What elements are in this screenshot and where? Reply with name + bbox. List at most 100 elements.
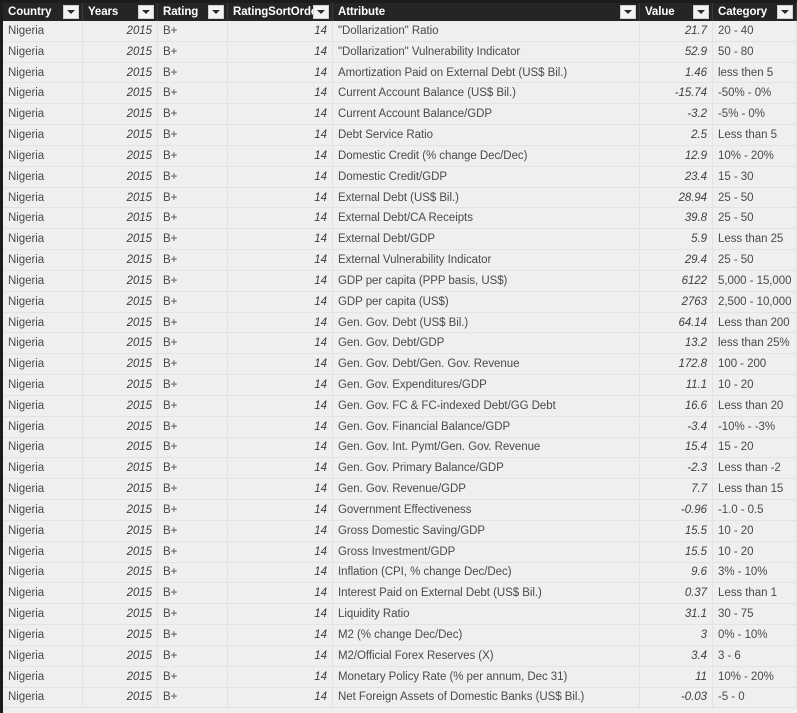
cell-sort: 14 [228, 666, 333, 687]
cell-country: Nigeria [3, 500, 83, 520]
table-row[interactable]: Nigeria 2015 B+ 14 Domestic Credit (% change… [3, 145, 797, 167]
cell-category: 20 - 40 [713, 21, 797, 41]
table-row[interactable]: Nigeria 2015 B+ 14 GDP per capita (PPP basis… [3, 270, 797, 292]
table-row[interactable]: Nigeria 2015 B+ 14 Debt Service Ratio 2.5 Less… [3, 125, 797, 146]
cell-attr: Government Effectiveness [333, 500, 640, 520]
column-header-years[interactable]: Years [83, 3, 158, 21]
cell-sort: 14 [228, 229, 333, 250]
table-row[interactable]: Nigeria 2015 B+ 14 M2 (% change Dec/Dec) 3 0% … [3, 625, 797, 646]
table-row[interactable]: Nigeria 2015 B+ 14 External Debt/CA Receipts… [3, 208, 797, 230]
cell-years: 2015 [83, 437, 158, 458]
cell-attr: Interest Paid on External Debt (US$ Bil.… [333, 583, 640, 604]
filter-dropdown-button-value[interactable] [693, 5, 709, 19]
cell-category: -5 - 0 [713, 687, 797, 708]
cell-value: 28.94 [640, 187, 713, 208]
filter-dropdown-button-country[interactable] [63, 5, 79, 19]
cell-country: Nigeria [3, 250, 83, 270]
table-row[interactable]: Nigeria 2015 B+ 14 "Dollarization" Ratio 21.7… [3, 21, 797, 42]
cell-category: Less than 25 [713, 229, 797, 250]
table-row[interactable]: Nigeria 2015 B+ 14 Liquidity Ratio 31.1 30 - 7… [3, 604, 797, 626]
filter-dropdown-button-sort[interactable] [313, 5, 329, 19]
table-row[interactable]: Nigeria 2015 B+ 14 Gross Domestic Saving/GDP… [3, 520, 797, 542]
table-row[interactable]: Nigeria 2015 B+ 14 Gen. Gov. FC & FC-indexed… [3, 395, 797, 417]
cell-rating: B+ [158, 562, 228, 583]
table-row[interactable]: Nigeria 2015 B+ 14 Gross Investment/GDP 15.5 1… [3, 541, 797, 563]
cell-attr: "Dollarization" Vulnerability Indicator [333, 41, 640, 62]
cell-category: 3% - 10% [713, 562, 797, 583]
table-row[interactable]: Nigeria 2015 B+ 14 Domestic Credit/GDP 23.4 15… [3, 166, 797, 188]
filter-dropdown-button-category[interactable] [777, 5, 793, 19]
cell-value: 1.46 [640, 62, 713, 83]
cell-category: Less than 15 [713, 479, 797, 500]
cell-country: Nigeria [3, 541, 83, 562]
table-row[interactable]: Nigeria 2015 B+ 14 Monetary Policy Rate (% p… [3, 666, 797, 688]
cell-rating: B+ [158, 41, 228, 62]
cell-attr: External Debt/GDP [333, 229, 640, 250]
cell-sort: 14 [228, 125, 333, 145]
column-header-category[interactable]: Category [713, 3, 797, 21]
filter-dropdown-button-rating[interactable] [208, 5, 224, 19]
table-row[interactable]: Nigeria 2015 B+ 14 Gen. Gov. Debt/GDP 13.2 les… [3, 333, 797, 355]
cell-value: -2.3 [640, 458, 713, 479]
cell-attr: Domestic Credit/GDP [333, 166, 640, 187]
table-row[interactable]: Nigeria 2015 B+ 14 External Vulnerability In… [3, 250, 797, 271]
cell-category: -1.0 - 0.5 [713, 500, 797, 520]
cell-rating: B+ [158, 625, 228, 645]
table-row[interactable]: Nigeria 2015 B+ 14 Inflation (CPI, % change … [3, 562, 797, 584]
table-row[interactable]: Nigeria 2015 B+ 14 Gen. Gov. Revenue/GDP 7.7 L… [3, 479, 797, 501]
cell-value: 2763 [640, 291, 713, 312]
cell-attr: Gen. Gov. Financial Balance/GDP [333, 416, 640, 437]
column-header-value[interactable]: Value [640, 3, 713, 21]
table-row[interactable]: Nigeria 2015 B+ 14 GDP per capita (US$) 2763 2… [3, 291, 797, 313]
cell-years: 2015 [83, 41, 158, 62]
cell-category: -5% - 0% [713, 104, 797, 125]
cell-sort: 14 [228, 520, 333, 541]
cell-value: -3.4 [640, 416, 713, 437]
cell-country: Nigeria [3, 458, 83, 479]
table-row[interactable]: Nigeria 2015 B+ 14 Gen. Gov. Debt (US$ Bil.)… [3, 312, 797, 334]
table-row[interactable]: Nigeria 2015 B+ 14 Gen. Gov. Expenditures/GD… [3, 375, 797, 396]
column-header-country[interactable]: Country [3, 3, 83, 21]
table-row[interactable]: Nigeria 2015 B+ 14 "Dollarization" Vulnerabi… [3, 41, 797, 63]
cell-years: 2015 [83, 145, 158, 166]
table-row[interactable]: Nigeria 2015 B+ 14 Gen. Gov. Int. Pymt/Gen. … [3, 437, 797, 459]
cell-rating: B+ [158, 666, 228, 687]
table-row[interactable]: Nigeria 2015 B+ 14 Gen. Gov. Primary Balance… [3, 458, 797, 480]
cell-sort: 14 [228, 312, 333, 333]
table-row[interactable]: Nigeria 2015 B+ 14 Current Account Balance (… [3, 83, 797, 105]
cell-years: 2015 [83, 270, 158, 291]
filter-dropdown-button-attr[interactable] [620, 5, 636, 19]
table-row[interactable]: Nigeria 2015 B+ 14 Gen. Gov. Financial Balan… [3, 416, 797, 438]
cell-category: 15 - 20 [713, 437, 797, 458]
filter-dropdown-button-years[interactable] [138, 5, 154, 19]
cell-value: 172.8 [640, 354, 713, 375]
column-header-attr[interactable]: Attribute [333, 3, 640, 21]
cell-category: 50 - 80 [713, 41, 797, 62]
table-row[interactable]: Nigeria 2015 B+ 14 M2/Official Forex Reserve… [3, 645, 797, 667]
column-header-rating[interactable]: Rating [158, 3, 228, 21]
table-row[interactable]: Nigeria 2015 B+ 14 Government Effectiveness -… [3, 500, 797, 521]
cell-sort: 14 [228, 21, 333, 41]
cell-country: Nigeria [3, 375, 83, 395]
cell-country: Nigeria [3, 21, 83, 41]
table-row[interactable]: Nigeria 2015 B+ 14 Amortization Paid on Exte… [3, 62, 797, 84]
table-row[interactable]: Nigeria 2015 B+ 14 External Debt/GDP 5.9 Less … [3, 229, 797, 251]
cell-years: 2015 [83, 291, 158, 312]
cell-rating: B+ [158, 312, 228, 333]
cell-rating: B+ [158, 270, 228, 291]
table-row[interactable]: Nigeria 2015 B+ 14 Current Account Balance/G… [3, 104, 797, 126]
table-row[interactable]: Nigeria 2015 B+ 14 External Debt (US$ Bil.) 2… [3, 187, 797, 209]
cell-years: 2015 [83, 354, 158, 375]
cell-rating: B+ [158, 500, 228, 520]
cell-years: 2015 [83, 666, 158, 687]
cell-sort: 14 [228, 250, 333, 270]
table-row[interactable]: Nigeria 2015 B+ 14 Gen. Gov. Debt/Gen. Gov. … [3, 354, 797, 376]
column-header-label: Category [718, 6, 768, 18]
column-header-sort[interactable]: RatingSortOrder [228, 3, 333, 21]
cell-attr: M2/Official Forex Reserves (X) [333, 645, 640, 666]
cell-attr: Gen. Gov. Debt/GDP [333, 333, 640, 354]
table-row[interactable]: Nigeria 2015 B+ 14 Net Foreign Assets of Dom… [3, 687, 797, 709]
table-row[interactable]: Nigeria 2015 B+ 14 Interest Paid on External… [3, 583, 797, 605]
cell-sort: 14 [228, 83, 333, 104]
cell-sort: 14 [228, 625, 333, 645]
